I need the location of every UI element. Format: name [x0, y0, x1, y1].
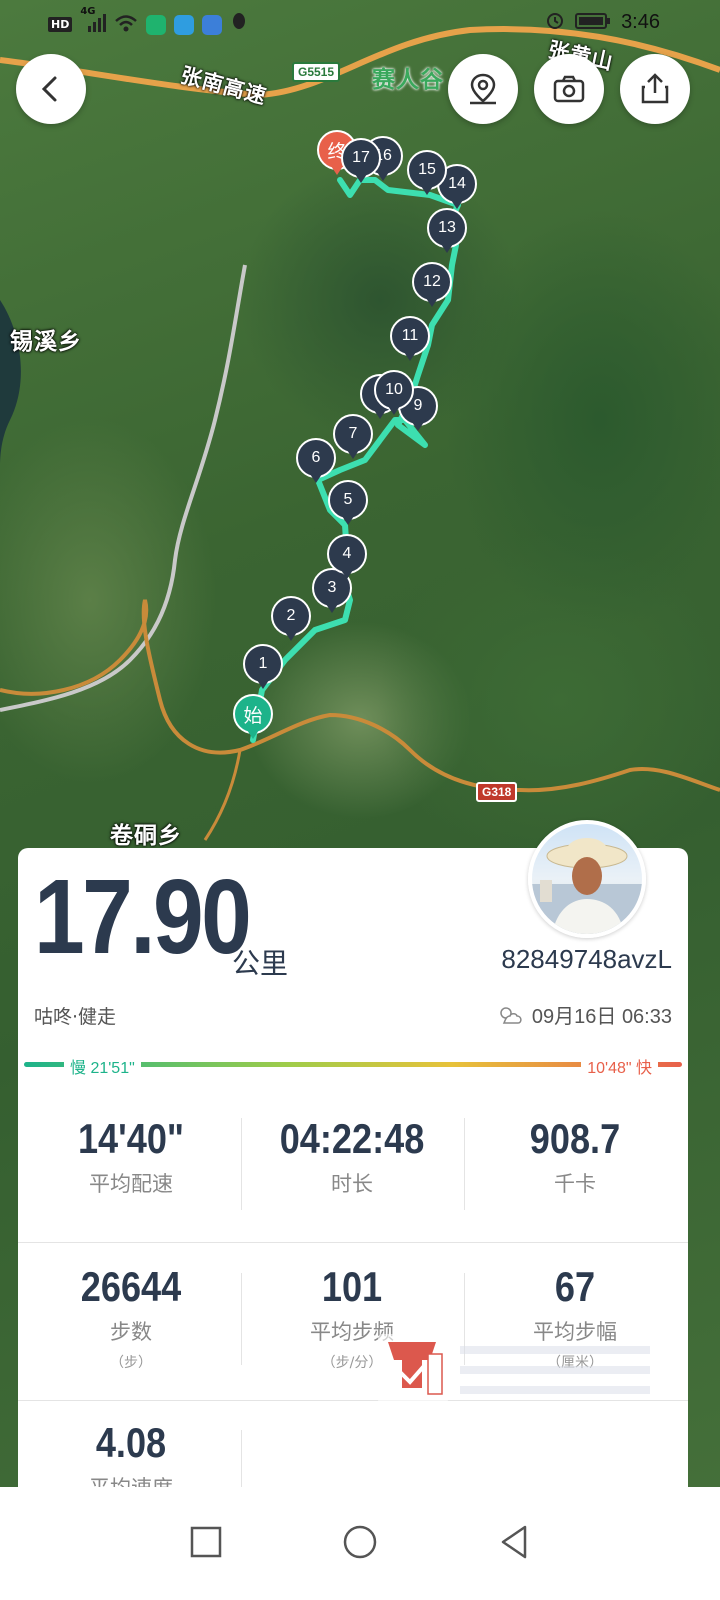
app-icon-browser	[146, 14, 167, 35]
stat-duration: 04:22:48 时长	[242, 1118, 462, 1198]
stat-value: 26644	[80, 1263, 182, 1310]
km-marker[interactable]: 17	[341, 138, 381, 188]
qq-icon	[230, 12, 248, 37]
nav-back-button[interactable]	[497, 1524, 531, 1564]
battery-icon	[575, 11, 611, 35]
place-label-juantong: 卷硐乡	[110, 823, 182, 849]
km-marker[interactable]: 15	[407, 150, 447, 200]
chevron-left-icon	[41, 76, 57, 102]
pace-gradient-bar: 慢 21'51" 10'48" 快	[24, 1054, 682, 1078]
stat-value: 67	[554, 1263, 596, 1310]
stat-value: 908.7	[529, 1115, 621, 1162]
km-marker[interactable]: 10	[374, 370, 414, 420]
share-button[interactable]	[620, 54, 690, 124]
national-road	[0, 599, 720, 793]
pace-fast-label: 10'48" 快	[581, 1054, 658, 1078]
status-left: HD 4G	[48, 6, 248, 37]
home-button[interactable]	[342, 1524, 378, 1564]
date-text: 09月16日 06:33	[531, 1006, 672, 1028]
alarm-icon	[545, 10, 565, 35]
summary-card: 17.90 公里 82849748avzL 咕咚·健走 09月16日 06:33…	[18, 848, 688, 1520]
hd-badge: HD	[48, 17, 73, 32]
highway-badge: G5515	[292, 62, 341, 82]
wifi-icon	[114, 13, 138, 37]
distance-unit: 公里	[232, 947, 289, 980]
stat-calories: 908.7 千卡	[465, 1118, 685, 1198]
stat-label: 千卡	[554, 1172, 596, 1196]
signal-icon: 4G	[80, 6, 107, 35]
triangle-back-icon	[501, 1525, 526, 1558]
app-icon-globe	[202, 14, 223, 35]
stat-unit: （步）	[110, 1355, 152, 1371]
avatar-photo	[532, 838, 642, 934]
circle-icon	[343, 1525, 377, 1558]
national-road-badge: G318	[476, 782, 518, 802]
divider	[18, 1242, 688, 1243]
stat-value: 4.08	[95, 1419, 167, 1466]
stat-value: 101	[321, 1263, 383, 1310]
km-marker[interactable]: 11	[390, 316, 430, 366]
activity-date: 09月16日 06:33	[496, 1000, 672, 1029]
stat-value: 04:22:48	[279, 1115, 425, 1162]
pace-slow-label: 慢 21'51"	[64, 1054, 141, 1078]
stat-avg-pace: 14'40" 平均配速	[21, 1118, 241, 1198]
status-time: 3:46	[621, 11, 660, 33]
status-bar: HD 4G 3:46	[0, 0, 720, 46]
app-icon-search	[174, 14, 195, 35]
km-marker[interactable]: 4	[327, 534, 367, 584]
partly-cloudy-icon	[500, 1006, 522, 1024]
start-marker[interactable]: 始	[233, 694, 273, 744]
stat-label: 步数	[110, 1320, 152, 1344]
share-icon	[641, 73, 669, 104]
back-button[interactable]	[16, 54, 86, 124]
avatar[interactable]	[528, 820, 646, 938]
stat-label: 时长	[331, 1172, 373, 1196]
camera-button[interactable]	[534, 54, 604, 124]
stat-value: 14'40"	[77, 1115, 185, 1162]
place-label-sairengu: 赛人谷	[372, 67, 444, 93]
stat-label: 平均配速	[89, 1172, 173, 1196]
recent-apps-button[interactable]	[189, 1525, 223, 1563]
watermark-logo	[378, 1334, 650, 1404]
km-marker[interactable]: 6	[296, 438, 336, 488]
km-marker[interactable]: 2	[271, 596, 311, 646]
side-road	[203, 749, 242, 841]
place-label-xixi: 锡溪乡	[10, 329, 82, 355]
square-icon	[191, 1526, 222, 1557]
map-pin-icon	[470, 73, 496, 105]
status-right: 3:46	[545, 10, 660, 35]
stat-steps: 26644 步数 （步）	[21, 1266, 241, 1372]
location-button[interactable]	[448, 54, 518, 124]
activity-type: 咕咚·健走	[34, 1006, 117, 1028]
user-id[interactable]: 82849748avzL	[501, 944, 672, 975]
km-marker[interactable]: 12	[412, 262, 452, 312]
system-nav-bar	[0, 1487, 720, 1600]
km-marker[interactable]: 1	[243, 644, 283, 694]
km-marker[interactable]: 13	[427, 208, 467, 258]
camera-icon	[553, 75, 585, 103]
distance-value: 17.90	[34, 858, 252, 976]
